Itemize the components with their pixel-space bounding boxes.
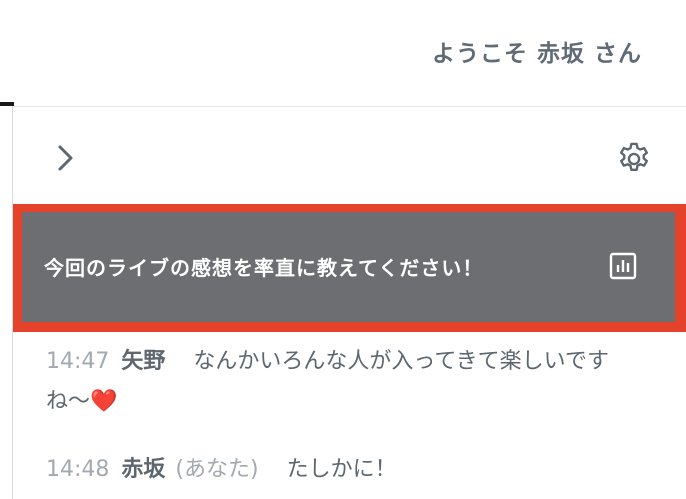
welcome-message: ようこそ 赤坂 さん	[432, 34, 642, 68]
question-highlight: 今回のライブの感想を率直に教えてください！	[13, 204, 686, 332]
panel-toolbar	[13, 107, 686, 203]
message-item: 14:48 赤坂 (あなた) たしかに！	[46, 450, 646, 490]
bar-chart-icon	[608, 251, 638, 281]
question-card[interactable]: 今回のライブの感想を率直に教えてください！	[22, 212, 675, 322]
chat-panel: 今回のライブの感想を率直に教えてください！ 14:47矢野なんかいろんな人が入っ…	[13, 107, 686, 499]
chevron-right-icon	[53, 143, 77, 173]
message-time: 14:47	[46, 349, 109, 374]
message-text: たしかに！	[287, 457, 397, 482]
message-time: 14:48	[46, 457, 109, 482]
results-button[interactable]	[608, 251, 638, 281]
settings-button[interactable]	[615, 140, 653, 178]
chat-screen: ようこそ 赤坂 さん 今回のライブの感想を率直に教えてください！	[0, 0, 686, 499]
gear-icon	[615, 140, 653, 178]
message-item: 14:47矢野なんかいろんな人が入ってきて楽しいですね〜❤️	[46, 342, 646, 422]
self-label: (あなた)	[175, 457, 258, 482]
question-text: 今回のライブの感想を率直に教えてください！	[44, 252, 483, 281]
message-author: 矢野	[121, 349, 165, 374]
message-author: 赤坂	[121, 457, 165, 482]
expand-button[interactable]	[53, 143, 77, 173]
header: ようこそ 赤坂 さん	[0, 0, 686, 100]
